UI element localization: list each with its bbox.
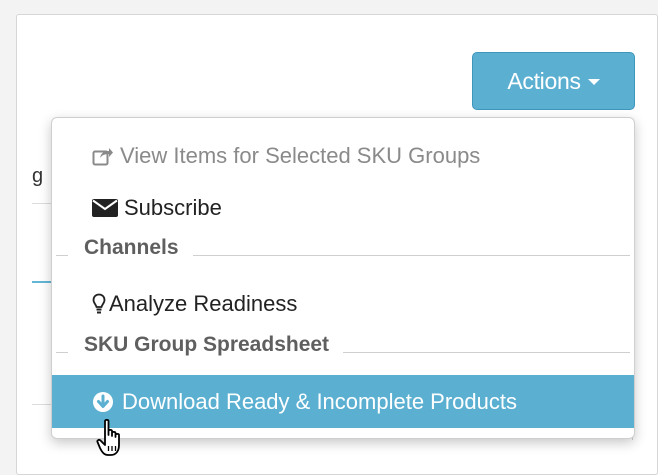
- actions-button-label: Actions: [507, 67, 581, 94]
- background-partial-label: g: [32, 165, 44, 187]
- envelope-icon: [92, 199, 118, 217]
- menu-item-label: Download Ready & Incomplete Products: [122, 388, 517, 414]
- lightbulb-icon: [92, 293, 106, 315]
- section-header-label: SKU Group Spreadsheet: [84, 333, 330, 356]
- actions-dropdown-menu: View Items for Selected SKU Groups Subsc…: [51, 117, 635, 439]
- section-header-label: Channels: [84, 236, 179, 259]
- menu-item-label: Analyze Readiness: [109, 291, 298, 316]
- menu-item-analyze-readiness[interactable]: Analyze Readiness: [52, 286, 634, 322]
- actions-dropdown-button[interactable]: Actions: [472, 52, 635, 110]
- caret-down-icon: [587, 79, 600, 85]
- menu-item-view-items[interactable]: View Items for Selected SKU Groups: [52, 138, 634, 174]
- section-header-sku-group-spreadsheet: SKU Group Spreadsheet: [52, 330, 634, 360]
- circle-download-icon: [92, 391, 114, 413]
- menu-item-label: View Items for Selected SKU Groups: [120, 143, 481, 168]
- share-icon: [92, 146, 114, 166]
- section-header-channels: Channels: [52, 233, 634, 263]
- section-divider: [192, 254, 630, 256]
- menu-item-download-products[interactable]: Download Ready & Incomplete Products: [52, 375, 634, 428]
- section-divider: [343, 351, 630, 353]
- menu-item-label: Subscribe: [124, 195, 222, 220]
- section-divider: [56, 351, 68, 353]
- hand-pointer-cursor-icon: [96, 418, 130, 458]
- menu-item-subscribe[interactable]: Subscribe: [52, 190, 634, 226]
- section-divider: [56, 254, 68, 256]
